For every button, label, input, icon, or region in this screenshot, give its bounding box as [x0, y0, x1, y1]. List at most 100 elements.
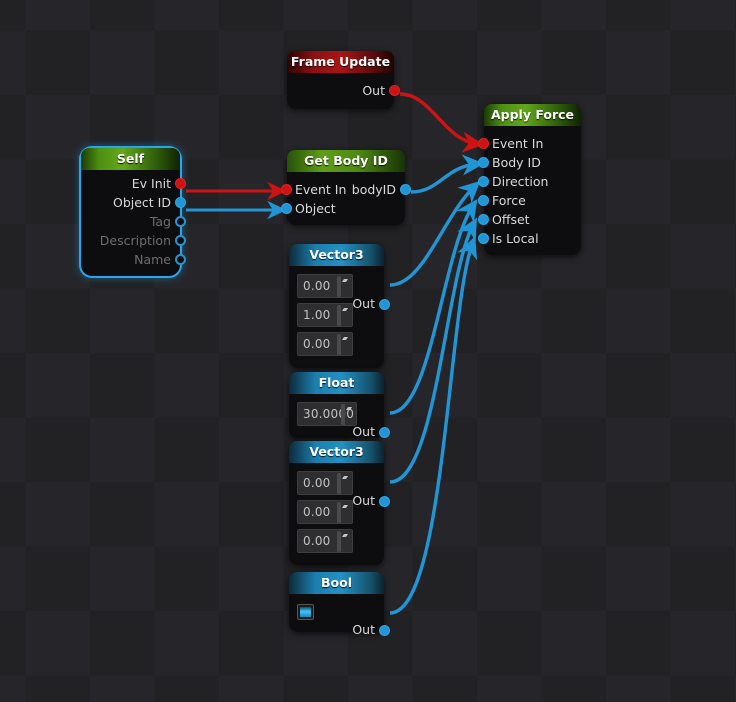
node-get-body-id-body: Event In bodyID Object: [281, 172, 411, 225]
stepper-buttons[interactable]: [337, 334, 350, 355]
vector3-z-stepper[interactable]: 0.00: [297, 332, 353, 356]
socket-in-event-in[interactable]: [281, 184, 292, 195]
node-apply-force-body: Event In Body ID Direction Force Offset …: [478, 126, 581, 255]
node-bool-is-local[interactable]: Bool Out: [289, 572, 390, 637]
socket-out-vector3-offset[interactable]: [379, 496, 390, 507]
vector3-y-stepper[interactable]: 1.00: [297, 303, 353, 327]
node-apply-force[interactable]: Apply Force Event In Body ID Direction F…: [478, 104, 581, 255]
node-bool-is-local-body: Out: [289, 594, 390, 637]
port-row-ev-init[interactable]: Ev Init: [81, 174, 186, 193]
wire-float-force: [389, 198, 478, 415]
stepper-down-icon[interactable]: [339, 473, 348, 494]
stepper-down-icon[interactable]: [339, 276, 348, 297]
vector3-y-stepper[interactable]: 0.00: [297, 500, 353, 524]
port-row-force[interactable]: Force: [478, 191, 581, 210]
stepper-down-icon[interactable]: [339, 531, 348, 552]
stepper-buttons[interactable]: [337, 305, 350, 326]
socket-in-force[interactable]: [478, 195, 489, 206]
vector3-x-stepper[interactable]: 0.00: [297, 471, 353, 495]
port-row-name[interactable]: Name: [81, 250, 186, 269]
node-bool-is-local-title: Bool: [289, 572, 384, 594]
port-label: Out: [352, 622, 375, 637]
wire-bodyid-bodyid: [410, 154, 485, 194]
wire-bool-islocal: [389, 236, 478, 615]
port-label: Offset: [492, 212, 530, 227]
stepper-down-icon[interactable]: [339, 305, 348, 326]
socket-in-body-id[interactable]: [478, 157, 489, 168]
socket-out-vector3-direction[interactable]: [379, 299, 390, 310]
vector3-z-value: 0.00: [303, 534, 331, 548]
port-label: Direction: [492, 174, 549, 189]
node-vector3-direction-body: Out 0.00 1.00 0.00: [289, 266, 390, 368]
socket-in-object[interactable]: [281, 203, 292, 214]
socket-in-offset[interactable]: [478, 214, 489, 225]
vector3-y-value: 1.00: [303, 308, 331, 322]
stepper-buttons[interactable]: [341, 404, 354, 425]
vector3-x-stepper[interactable]: 0.00: [297, 274, 353, 298]
socket-out-description[interactable]: [175, 235, 186, 246]
vector3-z-stepper[interactable]: 0.00: [297, 529, 353, 553]
vector3-x-value: 0.00: [303, 279, 331, 293]
port-row-event-in[interactable]: Event In bodyID: [281, 180, 411, 199]
float-value-stepper[interactable]: 30.0000: [297, 402, 357, 426]
port-label: Out: [352, 493, 375, 508]
stepper-buttons[interactable]: [337, 473, 350, 494]
node-frame-update-body: Out: [287, 73, 400, 109]
port-row-description[interactable]: Description: [81, 231, 186, 250]
port-label: Description: [99, 233, 171, 248]
node-float-force[interactable]: Float Out 30.0000: [289, 372, 390, 439]
port-label: Ev Init: [131, 176, 171, 191]
socket-in-event-in[interactable]: [478, 138, 489, 149]
vector3-z-value: 0.00: [303, 337, 331, 351]
node-vector3-offset-title: Vector3: [289, 441, 384, 463]
node-get-body-id[interactable]: Get Body ID Event In bodyID Object: [281, 150, 411, 225]
node-frame-update-title: Frame Update: [287, 51, 394, 73]
port-row-offset[interactable]: Offset: [478, 210, 581, 229]
node-vector3-direction-title: Vector3: [289, 244, 384, 266]
port-row-body-id[interactable]: Body ID: [478, 153, 581, 172]
node-vector3-direction[interactable]: Vector3 Out 0.00 1.00 0.00: [289, 244, 390, 368]
stepper-down-icon[interactable]: [343, 404, 352, 425]
socket-out-bool-is-local[interactable]: [379, 625, 390, 636]
port-row-event-in[interactable]: Event In: [478, 134, 581, 153]
bool-checkbox[interactable]: [297, 604, 314, 620]
port-label: Out: [352, 296, 375, 311]
socket-out-name[interactable]: [175, 254, 186, 265]
node-vector3-offset-body: Out 0.00 0.00 0.00: [289, 463, 390, 565]
vector3-y-value: 0.00: [303, 505, 331, 519]
wire-vector3-offset: [389, 217, 477, 484]
stepper-buttons[interactable]: [337, 276, 350, 297]
port-label: Tag: [149, 214, 171, 229]
port-label: Force: [492, 193, 526, 208]
socket-out-object-id[interactable]: [175, 197, 186, 208]
node-frame-update[interactable]: Frame Update Out: [287, 51, 400, 109]
port-row-out[interactable]: Out: [287, 81, 400, 100]
stepper-buttons[interactable]: [337, 531, 350, 552]
socket-in-is-local[interactable]: [478, 233, 489, 244]
node-graph-canvas[interactable]: Self Ev Init Object ID Tag Description N…: [0, 0, 736, 702]
socket-in-direction[interactable]: [478, 176, 489, 187]
socket-out-float-force[interactable]: [379, 427, 390, 438]
port-label: Object ID: [113, 195, 171, 210]
port-row-is-local[interactable]: Is Local: [478, 229, 581, 248]
stepper-down-icon[interactable]: [339, 502, 348, 523]
socket-out-ev-init[interactable]: [175, 178, 186, 189]
stepper-buttons[interactable]: [337, 502, 350, 523]
node-self[interactable]: Self Ev Init Object ID Tag Description N…: [81, 148, 186, 276]
stepper-down-icon[interactable]: [339, 334, 348, 355]
socket-out-bodyid[interactable]: [400, 184, 411, 195]
node-self-title: Self: [81, 148, 180, 170]
port-label: Out: [362, 83, 385, 98]
port-label: Event In: [295, 182, 347, 197]
port-row-object[interactable]: Object: [281, 199, 405, 218]
socket-out-tag[interactable]: [175, 216, 186, 227]
port-row-direction[interactable]: Direction: [478, 172, 581, 191]
wire-frameupdate-eventin: [399, 92, 485, 153]
node-float-force-title: Float: [289, 372, 384, 394]
socket-out-frame-update[interactable]: [389, 85, 400, 96]
port-label: Body ID: [492, 155, 541, 170]
node-apply-force-title: Apply Force: [484, 104, 581, 126]
port-row-object-id[interactable]: Object ID: [81, 193, 186, 212]
port-row-tag[interactable]: Tag: [81, 212, 186, 231]
node-vector3-offset[interactable]: Vector3 Out 0.00 0.00 0.00: [289, 441, 390, 565]
